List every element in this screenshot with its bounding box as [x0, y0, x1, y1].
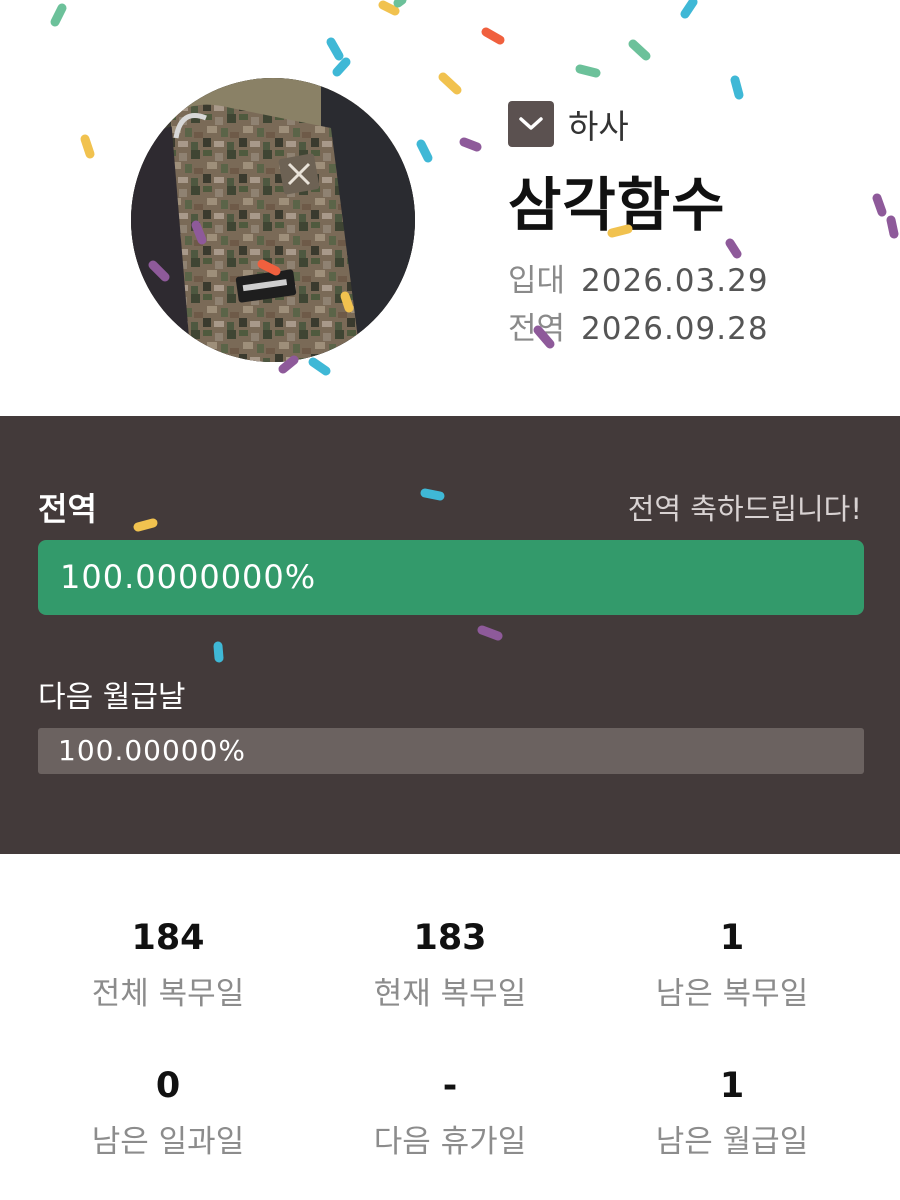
enlist-label: 입대 — [508, 263, 566, 299]
rank-label: 하사 — [568, 107, 629, 146]
discharge-label: 전역 — [508, 311, 566, 347]
stat-label: 다음 휴가일 — [373, 1124, 527, 1160]
rank-row: 하사 — [508, 100, 629, 148]
profile-avatar[interactable] — [131, 78, 415, 362]
discharge-progress-title: 전역 — [38, 490, 97, 528]
stat-value: 184 — [131, 918, 205, 958]
progress-panel: 전역 전역 축하드립니다! 100.0000000% 다음 월급날 100.00… — [0, 416, 900, 854]
discharge-date-row: 전역 2026.09.28 — [508, 303, 769, 348]
profile-header: 하사 삼각함수 입대 2026.03.29 전역 2026.09.28 — [0, 0, 900, 416]
payday-progress-value: 100.00000% — [58, 734, 247, 767]
stat-remaining-paydays: 1 남은 월급일 — [582, 1064, 882, 1161]
stat-label: 전체 복무일 — [91, 976, 245, 1012]
discharge-progress-bar: 100.0000000% — [38, 540, 864, 615]
stat-label: 남은 일과일 — [91, 1124, 245, 1160]
camouflage-uniform-photo — [131, 78, 415, 362]
stat-label: 현재 복무일 — [373, 976, 527, 1012]
stat-value: 0 — [155, 1066, 181, 1106]
stat-current-service-days: 183 현재 복무일 — [300, 916, 600, 1013]
enlist-date: 2026.03.29 — [581, 263, 769, 299]
discharge-date: 2026.09.28 — [581, 311, 769, 347]
stat-label: 남은 복무일 — [655, 976, 809, 1012]
stat-total-service-days: 184 전체 복무일 — [18, 916, 318, 1013]
stat-value: 1 — [719, 1066, 745, 1106]
stat-value: 1 — [719, 918, 745, 958]
stat-label: 남은 월급일 — [655, 1124, 809, 1160]
discharge-progress-value: 100.0000000% — [60, 558, 317, 596]
stat-remaining-service-days: 1 남은 복무일 — [582, 916, 882, 1013]
congratulation-message: 전역 축하드립니다! — [627, 492, 862, 526]
chevron-down-icon — [519, 117, 543, 130]
enlist-date-row: 입대 2026.03.29 — [508, 255, 769, 300]
soldier-name: 삼각함수 — [508, 171, 726, 239]
rank-dropdown-button[interactable] — [508, 101, 554, 147]
service-stats: 184 전체 복무일 183 현재 복무일 1 남은 복무일 0 남은 일과일 … — [0, 854, 900, 1200]
stat-next-leave-day: - 다음 휴가일 — [300, 1064, 600, 1161]
stat-value: - — [442, 1066, 458, 1106]
stat-remaining-workdays: 0 남은 일과일 — [18, 1064, 318, 1161]
payday-progress-title: 다음 월급날 — [38, 680, 186, 715]
stat-value: 183 — [413, 918, 487, 958]
payday-progress-bar: 100.00000% — [38, 728, 864, 774]
